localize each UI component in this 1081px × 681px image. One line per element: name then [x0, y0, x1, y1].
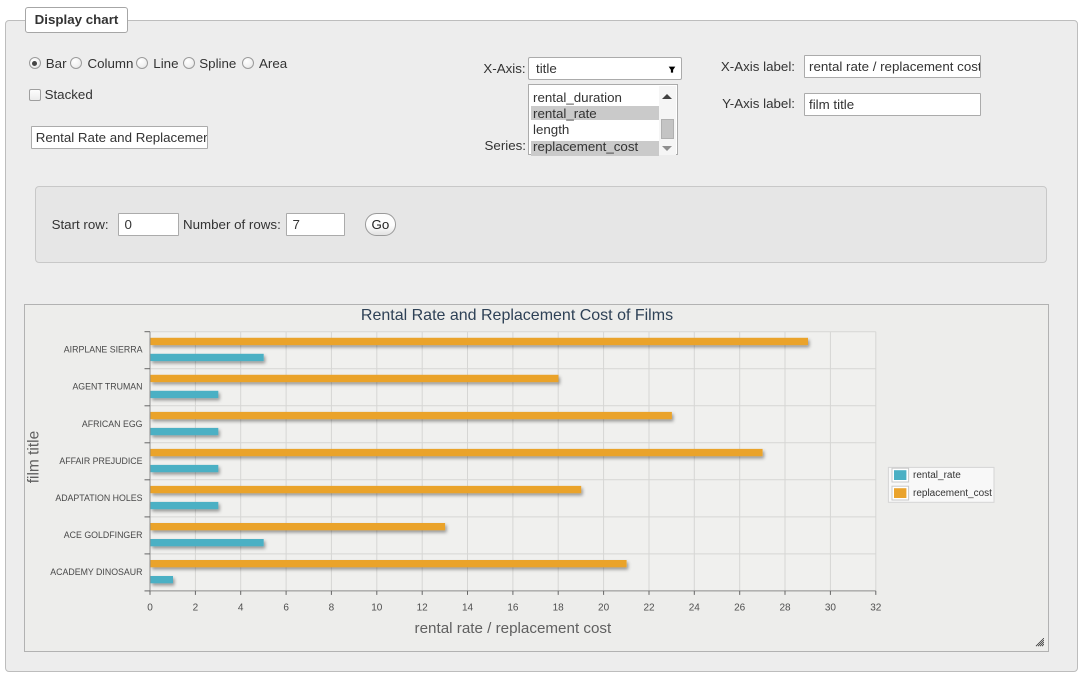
svg-text:6: 6 [283, 603, 289, 614]
svg-text:12: 12 [417, 603, 429, 614]
svg-text:10: 10 [371, 603, 383, 614]
svg-text:2: 2 [193, 603, 199, 614]
svg-text:Rental Rate and Replacement Co: Rental Rate and Replacement Cost of Film… [361, 307, 673, 324]
svg-text:AGENT TRUMAN: AGENT TRUMAN [72, 382, 142, 392]
svg-text:16: 16 [507, 603, 519, 614]
svg-text:film title: film title [26, 431, 43, 484]
svg-text:26: 26 [734, 603, 746, 614]
svg-text:30: 30 [825, 603, 837, 614]
svg-text:AFRICAN EGG: AFRICAN EGG [82, 419, 143, 429]
svg-text:rental_rate: rental_rate [913, 470, 961, 481]
svg-text:4: 4 [238, 603, 244, 614]
svg-text:24: 24 [689, 603, 701, 614]
svg-text:22: 22 [643, 603, 655, 614]
svg-text:replacement_cost: replacement_cost [913, 488, 992, 499]
svg-text:32: 32 [870, 603, 882, 614]
svg-text:0: 0 [147, 603, 153, 614]
svg-text:AIRPLANE SIERRA: AIRPLANE SIERRA [64, 345, 143, 355]
svg-text:ACADEMY DINOSAUR: ACADEMY DINOSAUR [50, 567, 142, 577]
svg-text:ADAPTATION HOLES: ADAPTATION HOLES [55, 493, 142, 503]
svg-text:ACE GOLDFINGER: ACE GOLDFINGER [64, 530, 143, 540]
svg-text:AFFAIR PREJUDICE: AFFAIR PREJUDICE [59, 456, 142, 466]
svg-text:18: 18 [553, 603, 565, 614]
svg-text:rental rate / replacement cost: rental rate / replacement cost [415, 620, 612, 637]
svg-text:8: 8 [329, 603, 335, 614]
svg-text:14: 14 [462, 603, 474, 614]
svg-text:28: 28 [779, 603, 791, 614]
svg-text:20: 20 [598, 603, 610, 614]
